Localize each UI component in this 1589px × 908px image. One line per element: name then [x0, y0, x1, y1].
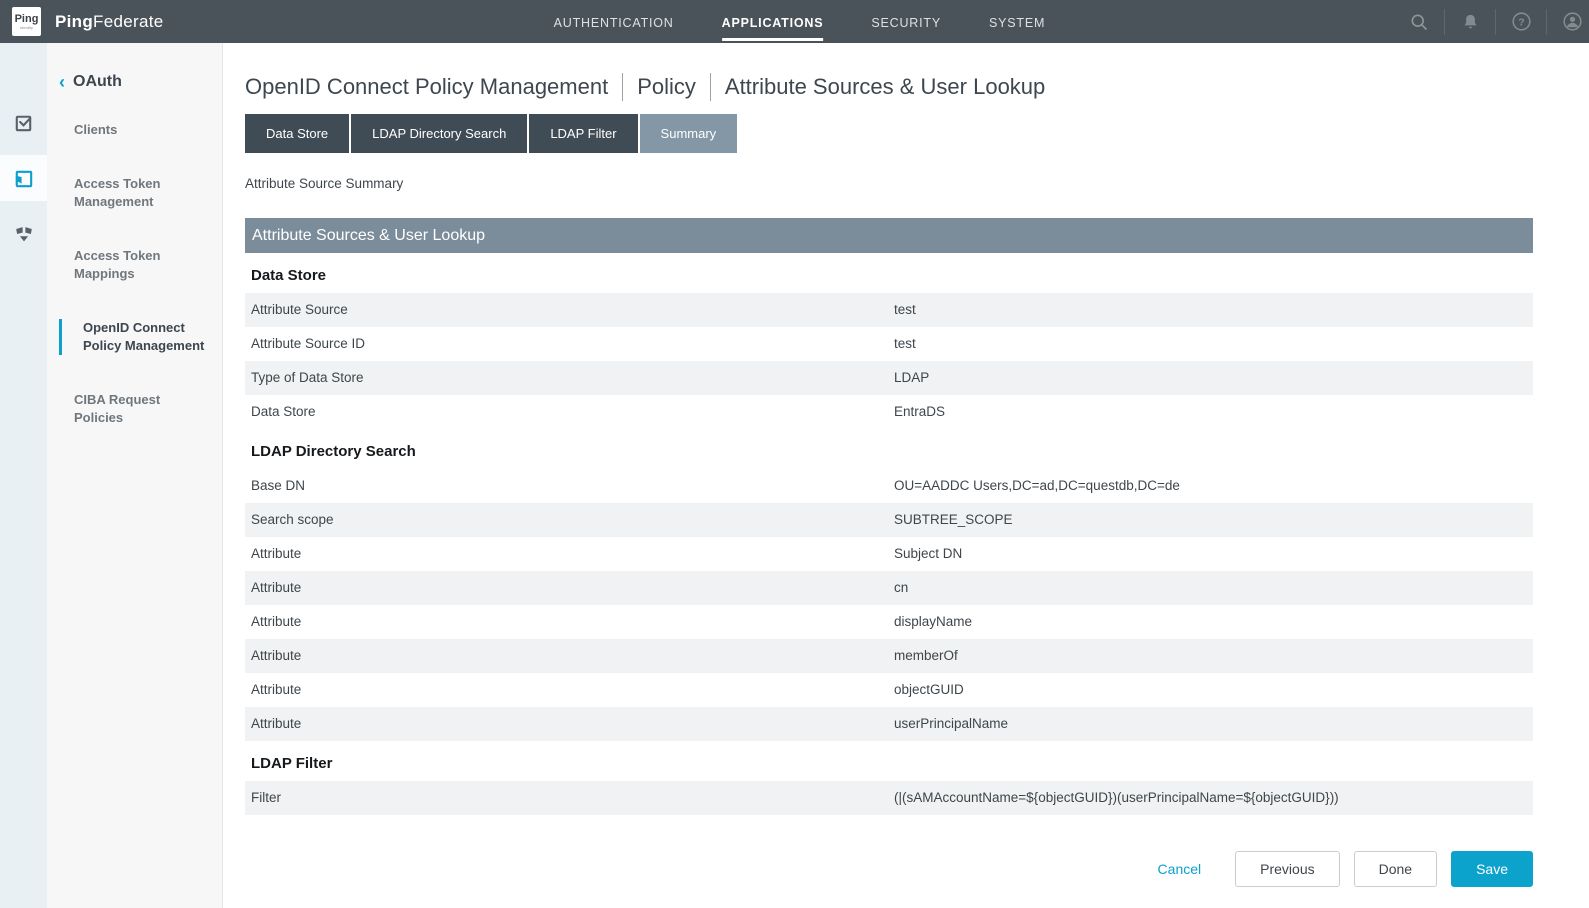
row-label: Attribute: [245, 537, 894, 571]
help-icon[interactable]: ?: [1510, 11, 1532, 33]
divider: [1546, 9, 1547, 35]
app-title-bold: Ping: [55, 12, 93, 31]
row-value: SUBTREE_SCOPE: [894, 503, 1533, 537]
tab-ldap-directory-search[interactable]: LDAP Directory Search: [351, 114, 527, 153]
table-row: Attribute Source test: [245, 293, 1533, 327]
sidebar-item-ciba-request-policies[interactable]: CIBA Request Policies: [47, 391, 222, 427]
sidebar-back-oauth[interactable]: ‹ OAuth: [47, 73, 222, 91]
approval-check-icon[interactable]: [0, 99, 47, 145]
table-row: Attribute Source ID test: [245, 327, 1533, 361]
topbar-utilities: ?: [1408, 0, 1589, 43]
sidebar-section-title: OAuth: [73, 73, 122, 91]
divider: [1495, 9, 1496, 35]
main-content: OpenID Connect Policy Management Policy …: [223, 43, 1589, 908]
section-title-ldap-directory-search: LDAP Directory Search: [245, 440, 1533, 464]
row-value: objectGUID: [894, 673, 1533, 707]
row-value: test: [894, 327, 1533, 361]
breadcrumb-segment-policy: Policy: [637, 74, 696, 100]
sidebar-item-access-token-mappings[interactable]: Access Token Mappings: [47, 247, 222, 283]
row-value: cn: [894, 571, 1533, 605]
ping-logo-text: Ping: [15, 14, 39, 25]
row-value: Subject DN: [894, 537, 1533, 571]
cancel-button[interactable]: Cancel: [1158, 861, 1202, 877]
primary-nav: AUTHENTICATION APPLICATIONS SECURITY SYS…: [554, 3, 1046, 41]
previous-button[interactable]: Previous: [1235, 851, 1339, 887]
sidebar-item-clients[interactable]: Clients: [47, 121, 222, 139]
table-row: Attribute objectGUID: [245, 673, 1533, 707]
ping-logo-subtext: Identity: [20, 25, 33, 30]
row-label: Filter: [245, 781, 894, 815]
divider: [1444, 9, 1445, 35]
nav-system[interactable]: SYSTEM: [989, 3, 1045, 41]
row-label: Type of Data Store: [245, 361, 894, 395]
summary-caption: Attribute Source Summary: [245, 176, 1533, 191]
row-label: Attribute Source ID: [245, 327, 894, 361]
row-label: Attribute: [245, 707, 894, 741]
sidebar: ‹ OAuth Clients Access Token Management …: [47, 43, 223, 908]
ping-logo[interactable]: Ping Identity: [12, 7, 41, 36]
oauth-bookmark-icon[interactable]: [0, 155, 47, 201]
table-row: Type of Data Store LDAP: [245, 361, 1533, 395]
table-row: Attribute Subject DN: [245, 537, 1533, 571]
table-row: Attribute displayName: [245, 605, 1533, 639]
table-row: Attribute memberOf: [245, 639, 1533, 673]
row-label: Attribute: [245, 639, 894, 673]
row-value: EntraDS: [894, 395, 1533, 429]
title-separator: [622, 73, 623, 101]
breadcrumb-segment-policy-management: OpenID Connect Policy Management: [245, 74, 608, 100]
row-label: Attribute: [245, 571, 894, 605]
top-bar: Ping Identity PingFederate AUTHENTICATIO…: [0, 0, 1589, 43]
row-value: userPrincipalName: [894, 707, 1533, 741]
table-row: Base DN OU=AADDC Users,DC=ad,DC=questdb,…: [245, 469, 1533, 503]
summary-table-header: Attribute Sources & User Lookup: [245, 218, 1533, 253]
row-label: Data Store: [245, 395, 894, 429]
title-separator: [710, 73, 711, 101]
notifications-icon[interactable]: [1459, 11, 1481, 33]
wizard-step-tabs: Data Store LDAP Directory Search LDAP Fi…: [245, 114, 1533, 153]
tab-summary[interactable]: Summary: [640, 114, 738, 153]
row-label: Attribute: [245, 605, 894, 639]
row-label: Attribute Source: [245, 293, 894, 327]
tab-ldap-filter[interactable]: LDAP Filter: [529, 114, 637, 153]
done-button[interactable]: Done: [1354, 851, 1437, 887]
footer-actions: Cancel Previous Done Save: [245, 851, 1533, 887]
sidebar-item-openid-connect-policy-management[interactable]: OpenID Connect Policy Management: [59, 319, 222, 355]
tab-data-store[interactable]: Data Store: [245, 114, 349, 153]
table-row: Attribute userPrincipalName: [245, 707, 1533, 741]
nav-applications[interactable]: APPLICATIONS: [722, 3, 824, 41]
app-title: PingFederate: [55, 12, 163, 32]
page-title: OpenID Connect Policy Management Policy …: [245, 73, 1533, 101]
save-button[interactable]: Save: [1451, 851, 1533, 887]
table-row: Attribute cn: [245, 571, 1533, 605]
row-value: test: [894, 293, 1533, 327]
fragmented-shield-icon[interactable]: [0, 211, 47, 257]
row-value: memberOf: [894, 639, 1533, 673]
nav-security[interactable]: SECURITY: [871, 3, 941, 41]
section-title-data-store: Data Store: [245, 264, 1533, 288]
table-row: Filter (|(sAMAccountName=${objectGUID})(…: [245, 781, 1533, 815]
svg-text:?: ?: [1518, 16, 1524, 28]
module-icon-rail: [0, 43, 47, 908]
row-value: LDAP: [894, 361, 1533, 395]
chevron-left-icon: ‹: [59, 73, 65, 91]
row-label: Base DN: [245, 469, 894, 503]
row-value: (|(sAMAccountName=${objectGUID})(userPri…: [894, 781, 1533, 815]
row-label: Attribute: [245, 673, 894, 707]
section-title-ldap-filter: LDAP Filter: [245, 752, 1533, 776]
table-row: Search scope SUBTREE_SCOPE: [245, 503, 1533, 537]
app-title-rest: Federate: [93, 12, 163, 31]
row-label: Search scope: [245, 503, 894, 537]
account-icon[interactable]: [1561, 11, 1583, 33]
search-icon[interactable]: [1408, 11, 1430, 33]
row-value: displayName: [894, 605, 1533, 639]
row-value: OU=AADDC Users,DC=ad,DC=questdb,DC=de: [894, 469, 1533, 503]
table-row: Data Store EntraDS: [245, 395, 1533, 429]
sidebar-item-access-token-management[interactable]: Access Token Management: [47, 175, 222, 211]
breadcrumb-segment-attribute-sources: Attribute Sources & User Lookup: [725, 74, 1045, 100]
nav-authentication[interactable]: AUTHENTICATION: [554, 3, 674, 41]
